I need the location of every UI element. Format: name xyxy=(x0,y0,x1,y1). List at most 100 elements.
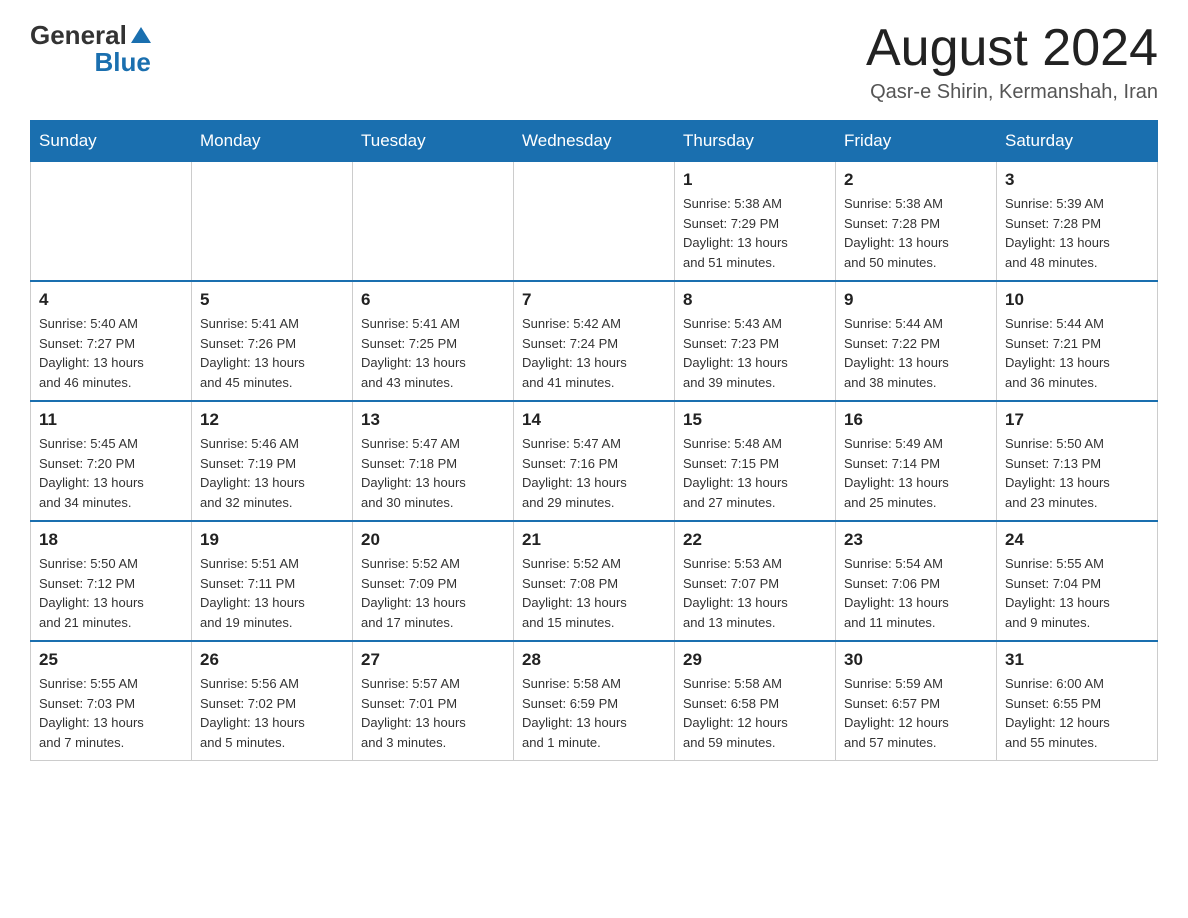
day-info: Sunrise: 5:59 AM Sunset: 6:57 PM Dayligh… xyxy=(844,674,988,752)
calendar-cell: 31 Sunrise: 6:00 AM Sunset: 6:55 PM Dayli… xyxy=(997,641,1158,761)
day-number: 27 xyxy=(361,650,505,670)
calendar-week-row: 18Sunrise: 5:50 AM Sunset: 7:12 PM Dayli… xyxy=(31,521,1158,641)
day-number: 14 xyxy=(522,410,666,430)
calendar-cell: 11Sunrise: 5:45 AM Sunset: 7:20 PM Dayli… xyxy=(31,401,192,521)
day-info: Sunrise: 5:57 AM Sunset: 7:01 PM Dayligh… xyxy=(361,674,505,752)
day-info: Sunrise: 5:52 AM Sunset: 7:09 PM Dayligh… xyxy=(361,554,505,632)
day-info: Sunrise: 5:45 AM Sunset: 7:20 PM Dayligh… xyxy=(39,434,183,512)
day-info: Sunrise: 5:38 AM Sunset: 7:28 PM Dayligh… xyxy=(844,194,988,272)
calendar-cell: 4 Sunrise: 5:40 AM Sunset: 7:27 PM Daylig… xyxy=(31,281,192,401)
day-info: Sunrise: 5:55 AM Sunset: 7:03 PM Dayligh… xyxy=(39,674,183,752)
day-number: 4 xyxy=(39,290,183,310)
day-number: 31 xyxy=(1005,650,1149,670)
calendar-week-row: 4 Sunrise: 5:40 AM Sunset: 7:27 PM Daylig… xyxy=(31,281,1158,401)
calendar-cell: 18Sunrise: 5:50 AM Sunset: 7:12 PM Dayli… xyxy=(31,521,192,641)
calendar-cell: 17 Sunrise: 5:50 AM Sunset: 7:13 PM Dayli… xyxy=(997,401,1158,521)
calendar-cell: 24 Sunrise: 5:55 AM Sunset: 7:04 PM Dayli… xyxy=(997,521,1158,641)
day-number: 13 xyxy=(361,410,505,430)
calendar-cell: 30 Sunrise: 5:59 AM Sunset: 6:57 PM Dayli… xyxy=(836,641,997,761)
day-info: Sunrise: 5:53 AM Sunset: 7:07 PM Dayligh… xyxy=(683,554,827,632)
calendar-cell: 2 Sunrise: 5:38 AM Sunset: 7:28 PM Daylig… xyxy=(836,162,997,282)
calendar-cell: 13 Sunrise: 5:47 AM Sunset: 7:18 PM Dayli… xyxy=(353,401,514,521)
calendar-cell: 7 Sunrise: 5:42 AM Sunset: 7:24 PM Daylig… xyxy=(514,281,675,401)
day-info: Sunrise: 5:44 AM Sunset: 7:21 PM Dayligh… xyxy=(1005,314,1149,392)
logo: General Blue xyxy=(30,20,151,78)
calendar-cell xyxy=(31,162,192,282)
day-number: 9 xyxy=(844,290,988,310)
calendar-cell: 27 Sunrise: 5:57 AM Sunset: 7:01 PM Dayli… xyxy=(353,641,514,761)
day-number: 24 xyxy=(1005,530,1149,550)
calendar-cell: 19Sunrise: 5:51 AM Sunset: 7:11 PM Dayli… xyxy=(192,521,353,641)
calendar-cell: 3Sunrise: 5:39 AM Sunset: 7:28 PM Daylig… xyxy=(997,162,1158,282)
calendar-cell: 29 Sunrise: 5:58 AM Sunset: 6:58 PM Dayli… xyxy=(675,641,836,761)
day-number: 15 xyxy=(683,410,827,430)
day-number: 5 xyxy=(200,290,344,310)
day-info: Sunrise: 5:58 AM Sunset: 6:59 PM Dayligh… xyxy=(522,674,666,752)
day-number: 17 xyxy=(1005,410,1149,430)
day-number: 3 xyxy=(1005,170,1149,190)
calendar-cell: 5 Sunrise: 5:41 AM Sunset: 7:26 PM Daylig… xyxy=(192,281,353,401)
day-info: Sunrise: 5:52 AM Sunset: 7:08 PM Dayligh… xyxy=(522,554,666,632)
calendar-cell: 15 Sunrise: 5:48 AM Sunset: 7:15 PM Dayli… xyxy=(675,401,836,521)
calendar-cell: 9Sunrise: 5:44 AM Sunset: 7:22 PM Daylig… xyxy=(836,281,997,401)
calendar-header-row: SundayMondayTuesdayWednesdayThursdayFrid… xyxy=(31,121,1158,162)
day-info: Sunrise: 5:50 AM Sunset: 7:13 PM Dayligh… xyxy=(1005,434,1149,512)
calendar-cell: 21 Sunrise: 5:52 AM Sunset: 7:08 PM Dayli… xyxy=(514,521,675,641)
calendar-cell xyxy=(192,162,353,282)
day-info: Sunrise: 5:55 AM Sunset: 7:04 PM Dayligh… xyxy=(1005,554,1149,632)
calendar-cell: 26 Sunrise: 5:56 AM Sunset: 7:02 PM Dayli… xyxy=(192,641,353,761)
day-info: Sunrise: 5:54 AM Sunset: 7:06 PM Dayligh… xyxy=(844,554,988,632)
month-title: August 2024 xyxy=(866,20,1158,77)
header-day-friday: Friday xyxy=(836,121,997,162)
calendar-cell: 12 Sunrise: 5:46 AM Sunset: 7:19 PM Dayli… xyxy=(192,401,353,521)
location-subtitle: Qasr-e Shirin, Kermanshah, Iran xyxy=(866,81,1158,104)
day-number: 18 xyxy=(39,530,183,550)
day-info: Sunrise: 5:41 AM Sunset: 7:25 PM Dayligh… xyxy=(361,314,505,392)
header-day-monday: Monday xyxy=(192,121,353,162)
calendar-cell: 14 Sunrise: 5:47 AM Sunset: 7:16 PM Dayli… xyxy=(514,401,675,521)
day-info: Sunrise: 5:42 AM Sunset: 7:24 PM Dayligh… xyxy=(522,314,666,392)
day-info: Sunrise: 6:00 AM Sunset: 6:55 PM Dayligh… xyxy=(1005,674,1149,752)
calendar-cell: 8Sunrise: 5:43 AM Sunset: 7:23 PM Daylig… xyxy=(675,281,836,401)
day-info: Sunrise: 5:40 AM Sunset: 7:27 PM Dayligh… xyxy=(39,314,183,392)
calendar-cell: 16 Sunrise: 5:49 AM Sunset: 7:14 PM Dayli… xyxy=(836,401,997,521)
calendar-cell: 22Sunrise: 5:53 AM Sunset: 7:07 PM Dayli… xyxy=(675,521,836,641)
day-number: 6 xyxy=(361,290,505,310)
logo-blue: Blue xyxy=(94,47,150,78)
day-number: 20 xyxy=(361,530,505,550)
calendar-cell: 10Sunrise: 5:44 AM Sunset: 7:21 PM Dayli… xyxy=(997,281,1158,401)
day-number: 23 xyxy=(844,530,988,550)
day-info: Sunrise: 5:49 AM Sunset: 7:14 PM Dayligh… xyxy=(844,434,988,512)
day-info: Sunrise: 5:48 AM Sunset: 7:15 PM Dayligh… xyxy=(683,434,827,512)
calendar-week-row: 11Sunrise: 5:45 AM Sunset: 7:20 PM Dayli… xyxy=(31,401,1158,521)
calendar-cell: 25 Sunrise: 5:55 AM Sunset: 7:03 PM Dayli… xyxy=(31,641,192,761)
day-info: Sunrise: 5:43 AM Sunset: 7:23 PM Dayligh… xyxy=(683,314,827,392)
day-info: Sunrise: 5:38 AM Sunset: 7:29 PM Dayligh… xyxy=(683,194,827,272)
day-number: 25 xyxy=(39,650,183,670)
day-number: 2 xyxy=(844,170,988,190)
day-info: Sunrise: 5:41 AM Sunset: 7:26 PM Dayligh… xyxy=(200,314,344,392)
day-number: 16 xyxy=(844,410,988,430)
day-number: 7 xyxy=(522,290,666,310)
header-day-wednesday: Wednesday xyxy=(514,121,675,162)
day-number: 29 xyxy=(683,650,827,670)
day-info: Sunrise: 5:58 AM Sunset: 6:58 PM Dayligh… xyxy=(683,674,827,752)
day-number: 12 xyxy=(200,410,344,430)
day-info: Sunrise: 5:47 AM Sunset: 7:18 PM Dayligh… xyxy=(361,434,505,512)
calendar-cell: 20 Sunrise: 5:52 AM Sunset: 7:09 PM Dayli… xyxy=(353,521,514,641)
day-number: 19 xyxy=(200,530,344,550)
calendar-cell: 1Sunrise: 5:38 AM Sunset: 7:29 PM Daylig… xyxy=(675,162,836,282)
day-info: Sunrise: 5:47 AM Sunset: 7:16 PM Dayligh… xyxy=(522,434,666,512)
header-day-thursday: Thursday xyxy=(675,121,836,162)
page-header: General Blue August 2024 Qasr-e Shirin, … xyxy=(30,20,1158,104)
day-number: 30 xyxy=(844,650,988,670)
header-day-saturday: Saturday xyxy=(997,121,1158,162)
day-number: 21 xyxy=(522,530,666,550)
header-day-sunday: Sunday xyxy=(31,121,192,162)
day-info: Sunrise: 5:46 AM Sunset: 7:19 PM Dayligh… xyxy=(200,434,344,512)
day-number: 28 xyxy=(522,650,666,670)
calendar-table: SundayMondayTuesdayWednesdayThursdayFrid… xyxy=(30,120,1158,761)
day-number: 26 xyxy=(200,650,344,670)
calendar-cell: 23 Sunrise: 5:54 AM Sunset: 7:06 PM Dayli… xyxy=(836,521,997,641)
day-info: Sunrise: 5:56 AM Sunset: 7:02 PM Dayligh… xyxy=(200,674,344,752)
